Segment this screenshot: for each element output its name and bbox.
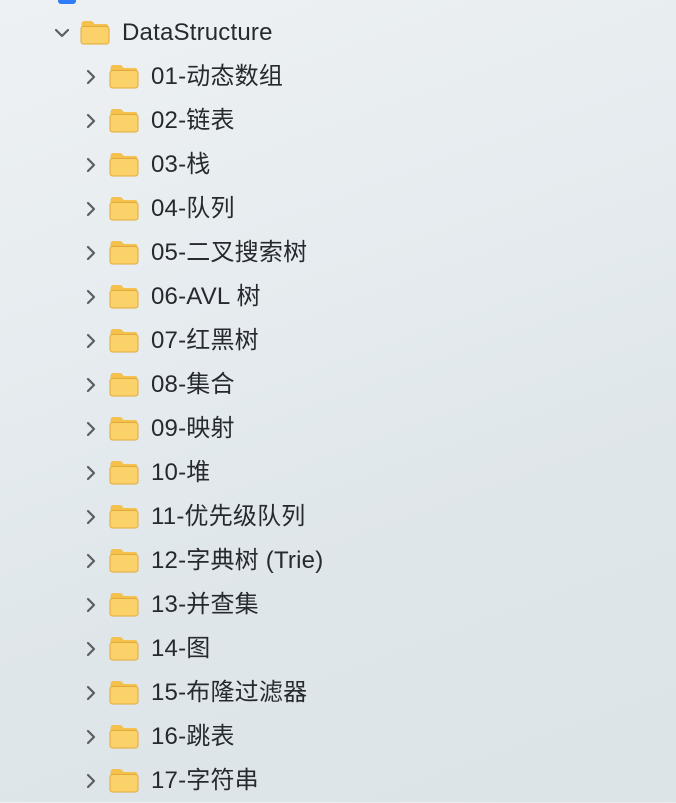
selection-checkbox[interactable] xyxy=(58,0,76,4)
tree-item[interactable]: 17-字符串 xyxy=(0,759,676,803)
folder-icon xyxy=(109,503,139,529)
chevron-right-icon[interactable] xyxy=(81,639,101,659)
tree-item[interactable]: 08-集合 xyxy=(0,363,676,407)
tree-item[interactable]: 16-跳表 xyxy=(0,715,676,759)
tree-item[interactable]: 06-AVL 树 xyxy=(0,275,676,319)
tree-item-label: 08-集合 xyxy=(151,371,235,398)
tree-item-label: 06-AVL 树 xyxy=(151,283,261,310)
chevron-right-icon[interactable] xyxy=(81,727,101,747)
tree-item[interactable]: 09-映射 xyxy=(0,407,676,451)
folder-icon xyxy=(109,327,139,353)
tree-item-label: 05-二叉搜索树 xyxy=(151,239,308,266)
tree-item-label: 01-动态数组 xyxy=(151,63,284,90)
folder-icon xyxy=(109,767,139,793)
chevron-right-icon[interactable] xyxy=(81,419,101,439)
file-tree: DataStructure 01-动态数组 02-链表 03-栈 04-队列 05-二叉… xyxy=(0,11,676,803)
chevron-right-icon[interactable] xyxy=(81,287,101,307)
chevron-right-icon[interactable] xyxy=(81,155,101,175)
tree-item-label: DataStructure xyxy=(122,19,273,46)
folder-icon xyxy=(109,679,139,705)
tree-item-label: 13-并查集 xyxy=(151,591,259,618)
tree-item-label: 03-栈 xyxy=(151,151,211,178)
folder-icon xyxy=(109,723,139,749)
tree-item-label: 07-红黑树 xyxy=(151,327,259,354)
folder-icon xyxy=(109,591,139,617)
tree-item-label: 15-布隆过滤器 xyxy=(151,679,308,706)
chevron-right-icon[interactable] xyxy=(81,463,101,483)
tree-item-label: 14-图 xyxy=(151,635,211,662)
chevron-right-icon[interactable] xyxy=(81,771,101,791)
tree-item[interactable]: 12-字典树 (Trie) xyxy=(0,539,676,583)
tree-item-datastructure[interactable]: DataStructure xyxy=(0,11,676,55)
chevron-right-icon[interactable] xyxy=(81,507,101,527)
tree-item[interactable]: 15-布隆过滤器 xyxy=(0,671,676,715)
tree-item-label: 11-优先级队列 xyxy=(151,503,306,530)
chevron-down-icon[interactable] xyxy=(52,23,72,43)
folder-icon xyxy=(109,63,139,89)
tree-item[interactable]: 10-堆 xyxy=(0,451,676,495)
folder-icon xyxy=(109,239,139,265)
folder-icon xyxy=(109,107,139,133)
tree-item[interactable]: 07-红黑树 xyxy=(0,319,676,363)
tree-item[interactable]: 05-二叉搜索树 xyxy=(0,231,676,275)
chevron-right-icon[interactable] xyxy=(81,67,101,87)
tree-item[interactable]: 13-并查集 xyxy=(0,583,676,627)
folder-icon xyxy=(109,415,139,441)
folder-icon xyxy=(109,151,139,177)
tree-item-label: 16-跳表 xyxy=(151,723,235,750)
folder-icon xyxy=(109,635,139,661)
tree-item[interactable]: 03-栈 xyxy=(0,143,676,187)
folder-icon xyxy=(109,283,139,309)
chevron-right-icon[interactable] xyxy=(81,331,101,351)
tree-item-label: 09-映射 xyxy=(151,415,235,442)
chevron-right-icon[interactable] xyxy=(81,595,101,615)
tree-item[interactable]: 01-动态数组 xyxy=(0,55,676,99)
tree-item-label: 02-链表 xyxy=(151,107,235,134)
folder-icon xyxy=(109,371,139,397)
tree-item[interactable]: 02-链表 xyxy=(0,99,676,143)
folder-icon xyxy=(80,19,110,45)
chevron-right-icon[interactable] xyxy=(81,243,101,263)
tree-item-label: 04-队列 xyxy=(151,195,235,222)
chevron-right-icon[interactable] xyxy=(81,551,101,571)
chevron-right-icon[interactable] xyxy=(81,375,101,395)
chevron-right-icon[interactable] xyxy=(81,199,101,219)
tree-item-label: 17-字符串 xyxy=(151,767,259,794)
folder-icon xyxy=(109,459,139,485)
tree-item-label: 10-堆 xyxy=(151,459,211,486)
tree-item[interactable]: 11-优先级队列 xyxy=(0,495,676,539)
folder-icon xyxy=(109,195,139,221)
chevron-right-icon[interactable] xyxy=(81,683,101,703)
folder-icon xyxy=(109,547,139,573)
tree-item[interactable]: 14-图 xyxy=(0,627,676,671)
chevron-right-icon[interactable] xyxy=(81,111,101,131)
tree-item-label: 12-字典树 (Trie) xyxy=(151,547,324,574)
tree-item[interactable]: 04-队列 xyxy=(0,187,676,231)
